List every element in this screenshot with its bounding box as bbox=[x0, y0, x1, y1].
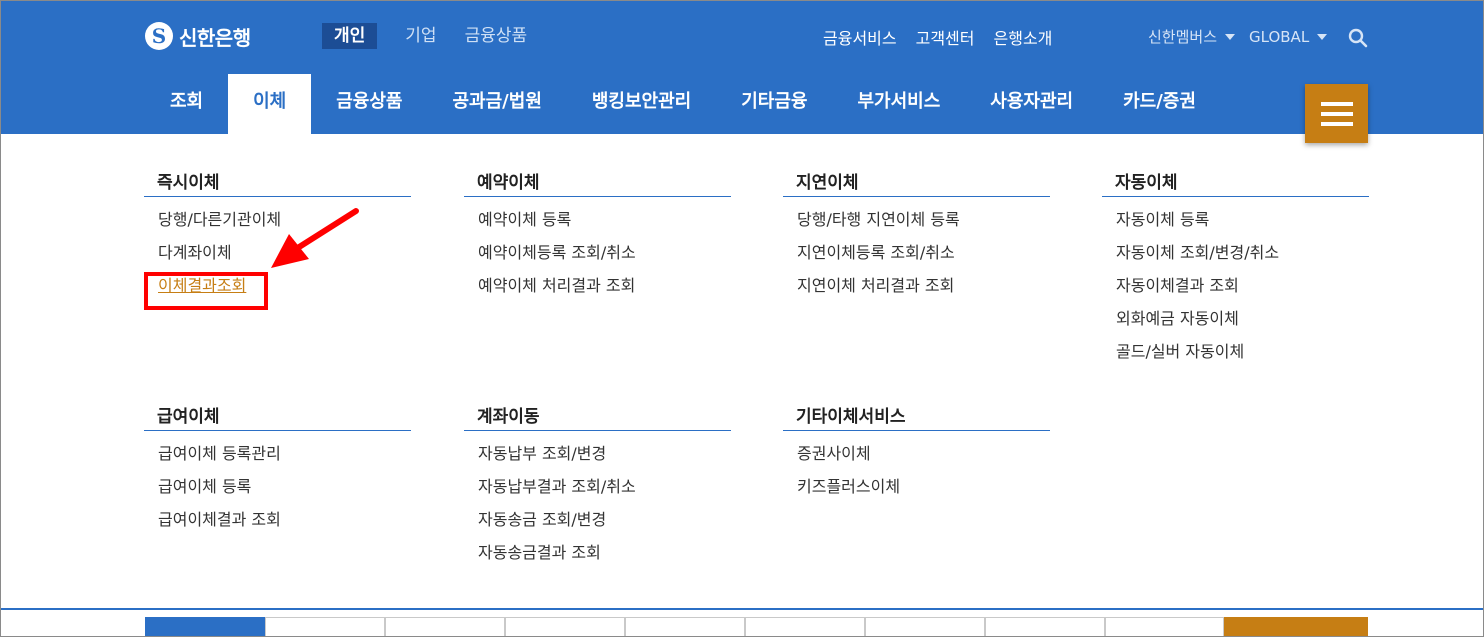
menu-link-transfer-result-inquiry[interactable]: 이체결과조회 bbox=[144, 275, 411, 308]
menu-link[interactable]: 당행/다른기관이체 bbox=[144, 209, 411, 242]
segment-tab-products[interactable]: 금융상품 bbox=[465, 23, 528, 49]
menu-group-account-switch: 계좌이동 자동납부 조회/변경 자동납부결과 조회/취소 자동송금 조회/변경 … bbox=[464, 402, 731, 575]
util-link-bank-intro[interactable]: 은행소개 bbox=[994, 25, 1053, 49]
gnb-item-other-finance[interactable]: 기타금융 bbox=[716, 74, 832, 134]
main-navigation: 조회 이체 금융상품 공과금/법원 뱅킹보안관리 기타금융 부가서비스 사용자관… bbox=[145, 74, 1221, 134]
gnb-item-banking-security[interactable]: 뱅킹보안관리 bbox=[567, 74, 716, 134]
gnb-item-additional-services[interactable]: 부가서비스 bbox=[832, 74, 965, 134]
menu-group-auto-transfer: 자동이체 자동이체 등록 자동이체 조회/변경/취소 자동이체결과 조회 외화예… bbox=[1102, 168, 1369, 374]
menu-link[interactable]: 지연이체등록 조회/취소 bbox=[783, 242, 1050, 275]
menu-link[interactable]: 자동이체 등록 bbox=[1102, 209, 1369, 242]
group-title: 자동이체 bbox=[1102, 168, 1369, 197]
hamburger-icon-bar bbox=[1320, 111, 1353, 116]
search-icon[interactable] bbox=[1348, 28, 1368, 48]
browser-frame: S 신한은행 개인 기업 금융상품 금융서비스 고객센터 은행소개 신한멤버스 … bbox=[0, 0, 1484, 637]
gnb-item-card-securities[interactable]: 카드/증권 bbox=[1098, 74, 1221, 134]
group-list: 자동납부 조회/변경 자동납부결과 조회/취소 자동송금 조회/변경 자동송금결… bbox=[464, 431, 731, 575]
quick-tab[interactable] bbox=[264, 617, 385, 636]
site-header: S 신한은행 개인 기업 금융상품 금융서비스 고객센터 은행소개 신한멤버스 … bbox=[1, 1, 1483, 134]
menu-link[interactable]: 키즈플러스이체 bbox=[783, 476, 1050, 509]
menu-link[interactable]: 다계좌이체 bbox=[144, 242, 411, 275]
menu-link[interactable]: 급여이체 등록관리 bbox=[144, 443, 411, 476]
menu-group-salary-transfer: 급여이체 급여이체 등록관리 급여이체 등록 급여이체결과 조회 bbox=[144, 402, 411, 542]
logo-text: 신한은행 bbox=[179, 25, 251, 50]
group-title: 지연이체 bbox=[783, 168, 1050, 197]
shinhan-logo-icon: S bbox=[145, 22, 173, 50]
gnb-item-user-management[interactable]: 사용자관리 bbox=[965, 74, 1098, 134]
chevron-down-icon bbox=[1317, 33, 1328, 40]
quick-tab[interactable] bbox=[864, 617, 985, 636]
group-list: 예약이체 등록 예약이체등록 조회/취소 예약이체 처리결과 조회 bbox=[464, 197, 731, 308]
menu-group-instant-transfer: 즉시이체 당행/다른기관이체 다계좌이체 이체결과조회 bbox=[144, 168, 411, 308]
global-label: GLOBAL bbox=[1249, 27, 1310, 46]
gnb-item-utilities-court[interactable]: 공과금/법원 bbox=[428, 74, 567, 134]
gnb-item-transfer[interactable]: 이체 bbox=[228, 74, 312, 134]
menu-group-delayed-transfer: 지연이체 당행/타행 지연이체 등록 지연이체등록 조회/취소 지연이체 처리결… bbox=[783, 168, 1050, 308]
menu-link[interactable]: 급여이체 등록 bbox=[144, 476, 411, 509]
members-label: 신한멤버스 bbox=[1148, 28, 1218, 46]
menu-link[interactable]: 골드/실버 자동이체 bbox=[1102, 341, 1369, 374]
group-list: 급여이체 등록관리 급여이체 등록 급여이체결과 조회 bbox=[144, 431, 411, 542]
group-list: 자동이체 등록 자동이체 조회/변경/취소 자동이체결과 조회 외화예금 자동이… bbox=[1102, 197, 1369, 374]
group-title: 예약이체 bbox=[464, 168, 731, 197]
menu-link[interactable]: 예약이체 등록 bbox=[464, 209, 731, 242]
menu-link[interactable]: 자동납부결과 조회/취소 bbox=[464, 476, 731, 509]
quick-tab[interactable] bbox=[984, 617, 1105, 636]
global-links: 신한멤버스 GLOBAL bbox=[1148, 26, 1341, 47]
quick-tab[interactable] bbox=[1224, 617, 1368, 636]
quick-tab[interactable] bbox=[145, 617, 265, 636]
menu-link[interactable]: 예약이체등록 조회/취소 bbox=[464, 242, 731, 275]
menu-link[interactable]: 자동이체 조회/변경/취소 bbox=[1102, 242, 1369, 275]
group-list: 당행/타행 지연이체 등록 지연이체등록 조회/취소 지연이체 처리결과 조회 bbox=[783, 197, 1050, 308]
group-title: 계좌이동 bbox=[464, 402, 731, 431]
quick-tab[interactable] bbox=[624, 617, 745, 636]
quick-tab[interactable] bbox=[744, 617, 865, 636]
menu-link[interactable]: 외화예금 자동이체 bbox=[1102, 308, 1369, 341]
segment-tab-corporate[interactable]: 기업 bbox=[405, 23, 436, 49]
menu-group-scheduled-transfer: 예약이체 예약이체 등록 예약이체등록 조회/취소 예약이체 처리결과 조회 bbox=[464, 168, 731, 308]
hamburger-menu-button[interactable] bbox=[1305, 84, 1368, 143]
section-divider bbox=[1, 608, 1483, 610]
group-title: 기타이체서비스 bbox=[783, 402, 1050, 431]
util-link-financial-services[interactable]: 금융서비스 bbox=[823, 25, 897, 49]
group-list: 증권사이체 키즈플러스이체 bbox=[783, 431, 1050, 509]
menu-link[interactable]: 자동송금결과 조회 bbox=[464, 542, 731, 575]
utility-links: 금융서비스 고객센터 은행소개 bbox=[823, 25, 1071, 49]
shinhan-logo[interactable]: S 신한은행 bbox=[145, 21, 251, 51]
global-dropdown[interactable]: GLOBAL bbox=[1249, 27, 1328, 46]
menu-link[interactable]: 지연이체 처리결과 조회 bbox=[783, 275, 1050, 308]
group-list: 당행/다른기관이체 다계좌이체 이체결과조회 bbox=[144, 197, 411, 308]
quick-tab[interactable] bbox=[504, 617, 625, 636]
segment-tab-personal[interactable]: 개인 bbox=[322, 23, 378, 49]
menu-link[interactable]: 당행/타행 지연이체 등록 bbox=[783, 209, 1050, 242]
gnb-item-financial-products[interactable]: 금융상품 bbox=[311, 74, 427, 134]
menu-link[interactable]: 자동납부 조회/변경 bbox=[464, 443, 731, 476]
chevron-down-icon bbox=[1225, 33, 1236, 40]
util-link-customer-center[interactable]: 고객센터 bbox=[916, 25, 975, 49]
quick-tabs-bar bbox=[145, 617, 1368, 636]
quick-tab[interactable] bbox=[1104, 617, 1225, 636]
members-dropdown[interactable]: 신한멤버스 bbox=[1148, 26, 1236, 47]
menu-link[interactable]: 급여이체결과 조회 bbox=[144, 509, 411, 542]
group-title: 즉시이체 bbox=[144, 168, 411, 197]
menu-link[interactable]: 예약이체 처리결과 조회 bbox=[464, 275, 731, 308]
quick-tab[interactable] bbox=[384, 617, 505, 636]
group-title: 급여이체 bbox=[144, 402, 411, 431]
customer-segment-tabs: 개인 기업 금융상품 bbox=[322, 23, 555, 49]
menu-group-other-transfer-services: 기타이체서비스 증권사이체 키즈플러스이체 bbox=[783, 402, 1050, 509]
hamburger-icon-bar bbox=[1320, 101, 1353, 106]
gnb-item-inquiry[interactable]: 조회 bbox=[145, 74, 228, 134]
menu-link[interactable]: 자동이체결과 조회 bbox=[1102, 275, 1369, 308]
menu-link[interactable]: 증권사이체 bbox=[783, 443, 1050, 476]
menu-link[interactable]: 자동송금 조회/변경 bbox=[464, 509, 731, 542]
hamburger-icon-bar bbox=[1320, 121, 1353, 126]
